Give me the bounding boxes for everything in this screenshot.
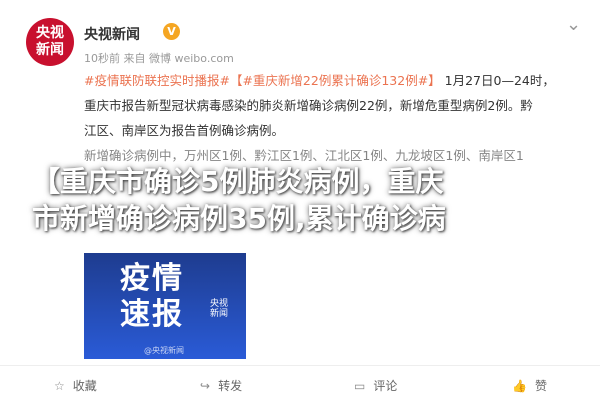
headline-line-2: 市新增确诊病例35例,累计确诊病 (32, 202, 446, 235)
like-label: 赞 (534, 379, 547, 393)
avatar-text-top: 央视 (36, 25, 64, 41)
image-title-line-1: 疫情 (120, 261, 184, 296)
image-title: 疫情 速报 (120, 261, 184, 333)
comment-icon: ▭ (354, 379, 366, 393)
avatar-text-bottom: 新闻 (36, 42, 64, 58)
headline: 【重庆市确诊5例肺炎病例，重庆 市新增确诊病例35例,累计确诊病 (32, 163, 592, 237)
logo-line-1: 央视 (210, 299, 229, 309)
share-icon: ↪ (200, 379, 211, 393)
post-text: 1月27日0—24时， (444, 73, 555, 88)
post-image[interactable]: 疫情 速报 央视 新闻 @央视新闻 (84, 253, 246, 359)
image-watermark: @央视新闻 (144, 346, 184, 355)
username[interactable]: 央视新闻 (84, 24, 140, 44)
comment-label: 评论 (373, 379, 398, 393)
comment-button[interactable]: ▭ 评论 (354, 377, 397, 394)
logo-line-2: 新闻 (210, 309, 229, 319)
post-line-1: #疫情联防联控实时播报#【#重庆新增22例累计确诊132例#】 1月27日0—2… (84, 68, 584, 93)
headline-line-1: 【重庆市确诊5例肺炎病例，重庆 (32, 165, 444, 198)
like-button[interactable]: 👍 赞 (512, 377, 547, 394)
star-icon: ☆ (54, 379, 65, 393)
post-line-3: 江区、南岸区为报告首例确诊病例。 (84, 123, 285, 138)
avatar[interactable]: 央视 新闻 (26, 18, 74, 66)
action-bar: ☆ 收藏 ↪ 转发 ▭ 评论 👍 赞 (0, 365, 600, 405)
weibo-post-card: 央视 新闻 央视新闻 V 10秒前 来自 微博 weibo.com ⌄ #疫情联… (0, 0, 600, 406)
post-line-2: 重庆市报告新型冠状病毒感染的肺炎新增确诊病例22例，新增危重型病例2例。黔 (84, 98, 533, 113)
cctv-logo: 央视 新闻 (210, 299, 228, 319)
collect-button[interactable]: ☆ 收藏 (54, 377, 97, 394)
image-title-line-2: 速报 (120, 297, 184, 332)
share-label: 转发 (218, 379, 243, 393)
topic-tag-link[interactable]: 【#重庆新增22例累计确诊132例#】 (230, 73, 441, 88)
share-button[interactable]: ↪ 转发 (200, 377, 242, 394)
chevron-down-icon[interactable]: ⌄ (566, 14, 581, 35)
thumbs-up-icon: 👍 (512, 379, 527, 393)
topic-tag-link[interactable]: #疫情联防联控实时播报# (84, 73, 230, 88)
collect-label: 收藏 (72, 379, 97, 393)
verified-badge-icon: V (163, 23, 180, 40)
post-meta: 10秒前 来自 微博 weibo.com (84, 52, 234, 65)
